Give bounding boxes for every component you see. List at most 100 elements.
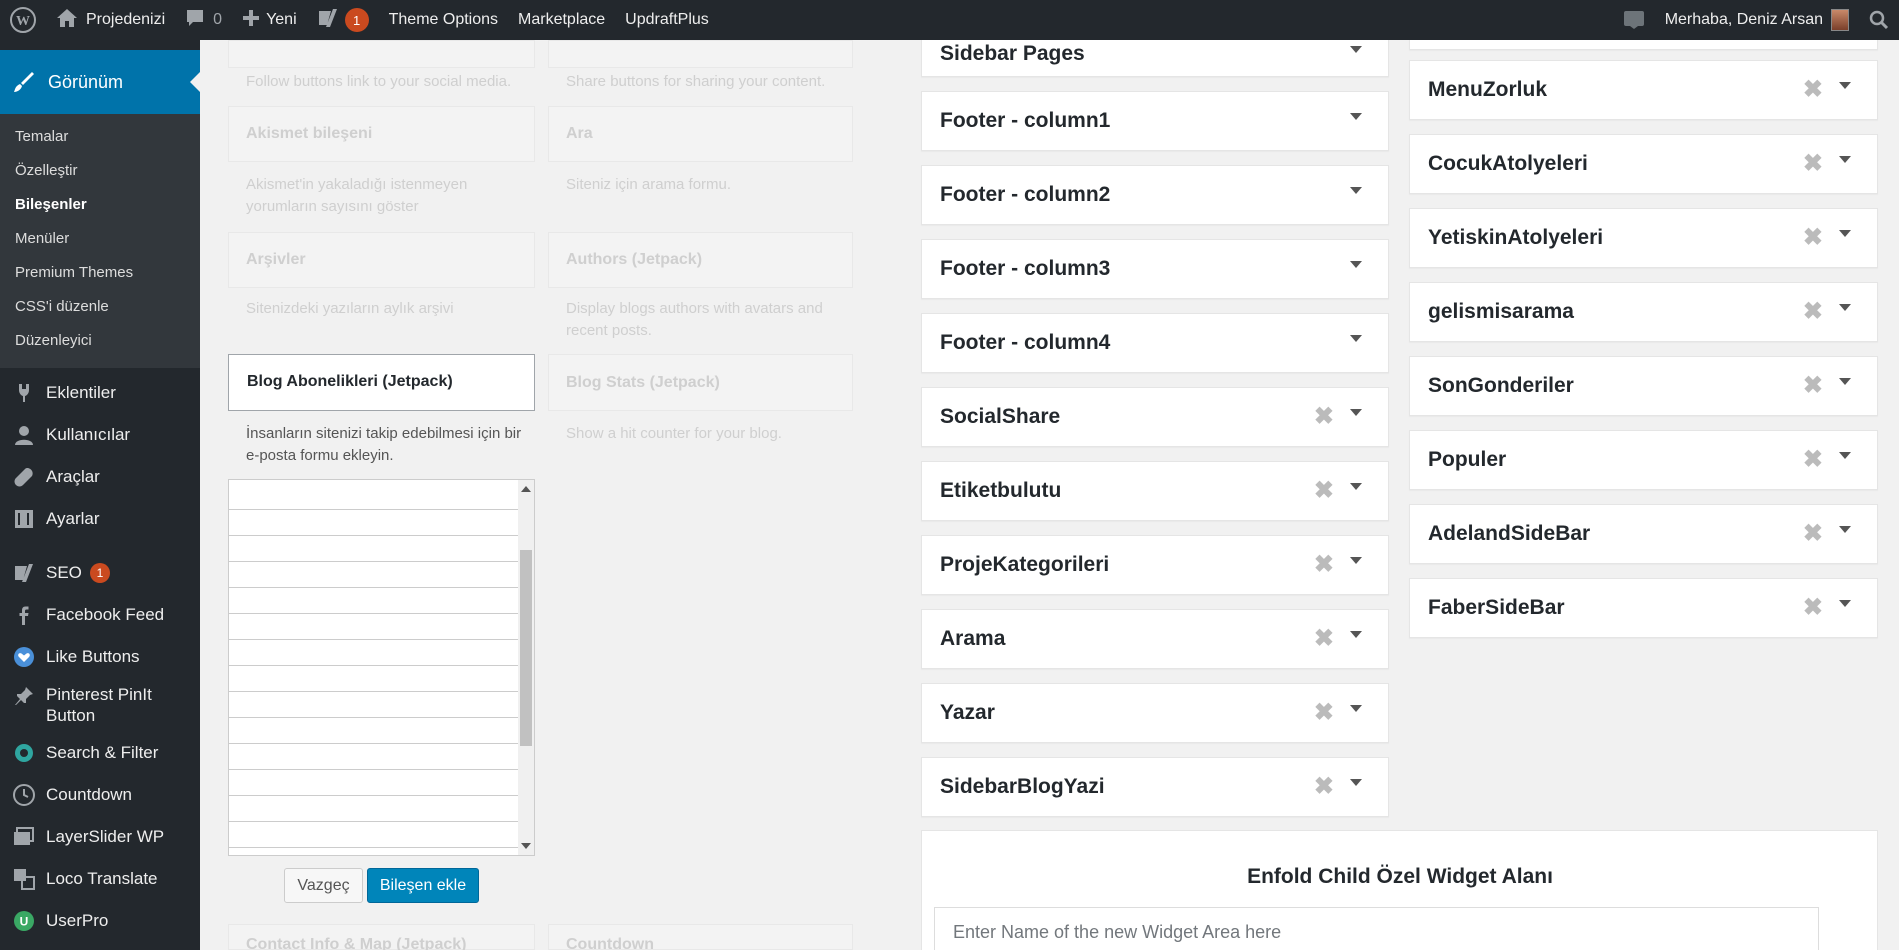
area-arama[interactable]: Arama ✖ [921,609,1389,669]
updraftplus-link[interactable]: UpdraftPlus [615,0,719,40]
delete-icon[interactable]: ✖ [1314,553,1334,577]
submenu-premium-themes[interactable]: Premium Themes [0,256,200,290]
caret-down-icon[interactable] [1350,631,1362,638]
area-socialshare[interactable]: SocialShare ✖ [921,387,1389,447]
submenu-bilesenler[interactable]: Bileşenler [0,188,200,222]
area-row[interactable] [229,744,519,770]
yoast-seo-link[interactable]: 1 [307,0,379,40]
submenu-css-duzenle[interactable]: CSS'i düzenle [0,290,200,324]
menu-facebook-feed[interactable]: Facebook Feed [0,594,200,636]
menu-eklentiler[interactable]: Eklentiler [0,372,200,414]
caret-down-icon[interactable] [1839,452,1851,459]
scroll-down-icon[interactable] [521,843,531,849]
area-footer-column3[interactable]: Footer - column3 [921,239,1389,299]
menu-pinterest[interactable]: Pinterest PinIt Button [0,678,200,732]
delete-icon[interactable]: ✖ [1803,78,1823,102]
caret-down-icon[interactable] [1350,113,1362,120]
area-row[interactable] [229,718,519,744]
caret-down-icon[interactable] [1839,600,1851,607]
area-cocukatolyeleri[interactable]: CocukAtolyeleri ✖ [1409,134,1878,194]
theme-options-link[interactable]: Theme Options [379,0,508,40]
area-row[interactable] [229,562,519,588]
my-account-link[interactable]: Merhaba, Deniz Arsan [1655,0,1859,40]
menu-gorunum[interactable]: Görünüm [0,50,200,114]
menu-seo[interactable]: SEO 1 [0,552,200,594]
submenu-menuler[interactable]: Menüler [0,222,200,256]
menu-layerslider[interactable]: LayerSlider WP [0,816,200,858]
caret-down-icon[interactable] [1839,156,1851,163]
menu-ayarlar[interactable]: Ayarlar [0,498,200,540]
menu-kullanicilar[interactable]: Kullanıcılar [0,414,200,456]
area-row[interactable] [229,614,519,640]
delete-icon[interactable]: ✖ [1314,405,1334,429]
search-icon[interactable] [1859,0,1899,40]
area-row[interactable] [229,666,519,692]
menu-countdown[interactable]: Countdown [0,774,200,816]
delete-icon[interactable]: ✖ [1314,627,1334,651]
menu-loco-translate[interactable]: Loco Translate [0,858,200,900]
notifications-icon[interactable] [1613,0,1655,40]
caret-down-icon[interactable] [1350,705,1362,712]
delete-icon[interactable]: ✖ [1314,775,1334,799]
area-footer-column1[interactable]: Footer - column1 [921,91,1389,151]
delete-icon[interactable]: ✖ [1314,701,1334,725]
caret-down-icon[interactable] [1350,187,1362,194]
delete-icon[interactable]: ✖ [1803,596,1823,620]
submenu-duzenleyici[interactable]: Düzenleyici [0,324,200,358]
area-list-scrollbar[interactable] [518,480,534,855]
caret-down-icon[interactable] [1350,45,1362,53]
area-row[interactable] [229,640,519,666]
area-row[interactable] [229,588,519,614]
caret-down-icon[interactable] [1350,335,1362,342]
widget-follow-button-box[interactable] [228,40,535,68]
caret-down-icon[interactable] [1350,779,1362,786]
delete-icon[interactable]: ✖ [1803,300,1823,324]
area-footer-column2[interactable]: Footer - column2 [921,165,1389,225]
caret-down-icon[interactable] [1350,409,1362,416]
caret-down-icon[interactable] [1839,378,1851,385]
caret-down-icon[interactable] [1350,483,1362,490]
area-row[interactable] [229,822,519,848]
area-gelismisarama[interactable]: gelismisarama ✖ [1409,282,1878,342]
area-projekategorileri[interactable]: ProjeKategorileri ✖ [921,535,1389,595]
cancel-button[interactable]: Vazgeç [284,868,363,903]
selected-widget-blog-subscriptions[interactable]: Blog Abonelikleri (Jetpack) [228,354,535,411]
area-row[interactable] [229,510,519,536]
area-yetiskinatolyeleri[interactable]: YetiskinAtolyeleri ✖ [1409,208,1878,268]
area-yazar[interactable]: Yazar ✖ [921,683,1389,743]
wordpress-logo-icon[interactable]: W [0,0,46,40]
area-row[interactable] [229,536,519,562]
scroll-up-icon[interactable] [521,486,531,492]
area-songonderiler[interactable]: SonGonderiler ✖ [1409,356,1878,416]
marketplace-link[interactable]: Marketplace [508,0,615,40]
menu-araclar[interactable]: Araçlar [0,456,200,498]
delete-icon[interactable]: ✖ [1803,374,1823,398]
widget-ara-box[interactable] [548,106,853,162]
delete-icon[interactable]: ✖ [1803,448,1823,472]
area-sidebarblogyazi[interactable]: SidebarBlogYazi ✖ [921,757,1389,817]
submenu-temalar[interactable]: Temalar [0,120,200,154]
area-row[interactable] [229,770,519,796]
caret-down-icon[interactable] [1839,304,1851,311]
delete-icon[interactable]: ✖ [1803,522,1823,546]
caret-down-icon[interactable] [1350,557,1362,564]
caret-down-icon[interactable] [1839,230,1851,237]
caret-down-icon[interactable] [1350,261,1362,268]
new-content-link[interactable]: Yeni [232,0,307,40]
area-footer-column4[interactable]: Footer - column4 [921,313,1389,373]
submenu-ozellestir[interactable]: Özelleştir [0,154,200,188]
area-menuzorluk[interactable]: MenuZorluk ✖ [1409,60,1878,120]
widget-share-button-box[interactable] [548,40,853,68]
delete-icon[interactable]: ✖ [1314,479,1334,503]
caret-down-icon[interactable] [1839,82,1851,89]
area-row[interactable] [229,692,519,718]
area-row[interactable] [229,484,519,510]
menu-search-filter[interactable]: Search & Filter [0,732,200,774]
new-widget-area-name-input[interactable] [934,907,1819,950]
site-name-link[interactable]: Projedenizi [46,0,175,40]
area-etiketbulutu[interactable]: Etiketbulutu ✖ [921,461,1389,521]
menu-userpro[interactable]: U UserPro [0,900,200,942]
scroll-thumb[interactable] [520,550,532,746]
add-widget-button[interactable]: Bileşen ekle [367,868,479,903]
area-populer[interactable]: Populer ✖ [1409,430,1878,490]
